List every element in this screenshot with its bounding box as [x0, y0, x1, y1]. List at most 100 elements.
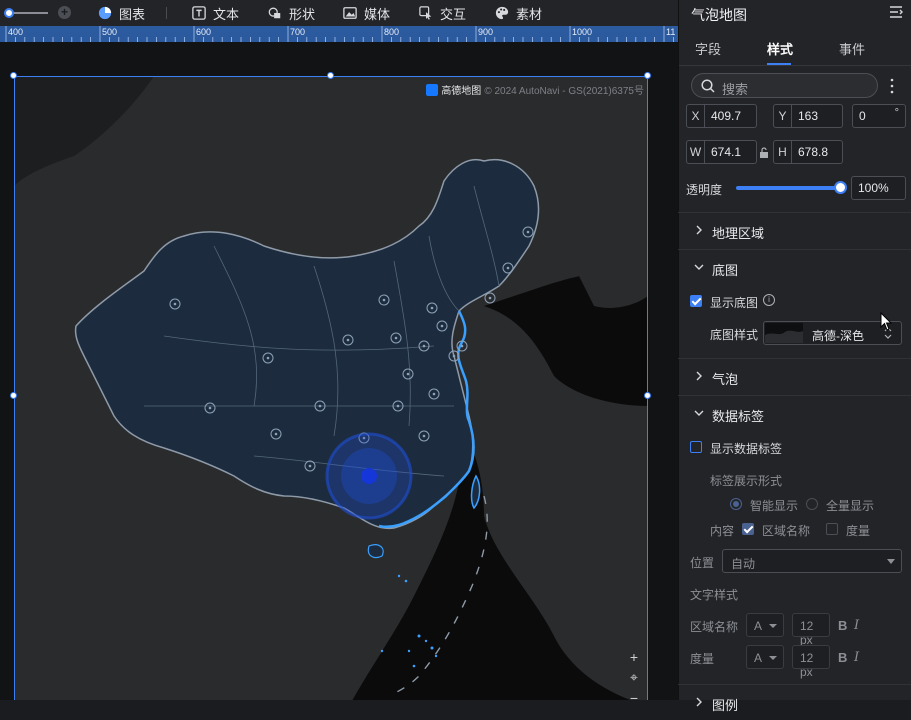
show-data-labels-checkbox[interactable]: [690, 441, 702, 453]
search-input[interactable]: 搜索: [691, 73, 878, 98]
ruler-label: 500: [102, 27, 118, 37]
height-field[interactable]: H 678.8: [773, 140, 843, 164]
h-value[interactable]: 678.8: [792, 145, 828, 159]
y-label: Y: [774, 105, 792, 127]
resize-handle-top[interactable]: [327, 72, 334, 79]
tab-style[interactable]: 样式: [767, 39, 793, 58]
full-display-label: 全量显示: [826, 499, 875, 513]
ruler-label: 1000: [572, 27, 593, 37]
rotation-field[interactable]: 0 °: [852, 104, 906, 128]
province-bubble-dot: [430, 306, 434, 310]
measure-font-size-input[interactable]: 12 px: [792, 645, 830, 679]
map-zoom-in-icon[interactable]: +: [630, 649, 638, 665]
ruler-label: 600: [196, 27, 212, 37]
ruler-label: 700: [290, 27, 306, 37]
unlock-icon[interactable]: [759, 147, 769, 158]
map-attribution: 高德地图 © 2024 AutoNavi - GS(2021)6375号: [426, 82, 644, 97]
ruler-label: 11: [666, 27, 676, 37]
design-canvas[interactable]: 高德地图 © 2024 AutoNavi - GS(2021)6375号 + ⌖…: [0, 42, 678, 700]
section-data-labels[interactable]: 数据标签: [678, 395, 911, 431]
toolbar-interaction-label: 交互: [440, 6, 467, 22]
info-icon[interactable]: i: [763, 294, 775, 306]
full-display-radio[interactable]: [806, 498, 818, 510]
pie-chart-icon: [98, 6, 112, 20]
basemap-style-value: 高德-深色: [812, 329, 864, 343]
section-geo-region[interactable]: 地理区域: [678, 212, 911, 248]
resize-handle-top-left[interactable]: [10, 72, 17, 79]
panel-menu-icon[interactable]: [889, 5, 903, 19]
resize-handle-top-right[interactable]: [644, 72, 651, 79]
attribution-brand: 高德地图: [441, 86, 482, 97]
panel-tabs: 字段 样式 事件: [679, 30, 911, 66]
measure-font-color-select[interactable]: A: [746, 645, 784, 669]
amap-logo-icon: [426, 83, 439, 96]
bubble-map-widget[interactable]: 高德地图 © 2024 AutoNavi - GS(2021)6375号 + ⌖…: [14, 76, 648, 700]
toolbar-shape-button[interactable]: 形状: [268, 4, 315, 22]
province-bubble-dot: [406, 372, 410, 376]
more-options-icon[interactable]: [890, 78, 894, 94]
resize-handle-right[interactable]: [644, 392, 651, 399]
show-data-labels-label: 显示数据标签: [710, 442, 783, 456]
width-field[interactable]: W 674.1: [686, 140, 757, 164]
zoom-slider[interactable]: [4, 8, 48, 18]
toolbar-media-button[interactable]: 媒体: [343, 4, 390, 22]
province-bubble-dot: [526, 230, 530, 234]
province-bubble-dot: [394, 336, 398, 340]
resize-handle-left[interactable]: [10, 392, 17, 399]
opacity-label: 透明度: [686, 183, 723, 197]
bold-button[interactable]: B: [838, 618, 847, 633]
zoom-in-icon[interactable]: +: [58, 6, 71, 19]
tab-events[interactable]: 事件: [839, 39, 865, 58]
section-bubble[interactable]: 气泡: [678, 358, 911, 394]
w-value[interactable]: 674.1: [705, 145, 741, 159]
basemap-thumbnail: [765, 323, 803, 343]
toolbar-assets-button[interactable]: 素材: [495, 4, 542, 22]
province-bubble-dot: [488, 296, 492, 300]
x-label: X: [687, 105, 705, 127]
toolbar-text-label: 文本: [213, 6, 240, 22]
province-bubble-dot: [422, 434, 426, 438]
ruler-label: 800: [384, 27, 400, 37]
province-bubble-dot: [318, 404, 322, 408]
map-zoom-out-icon[interactable]: −: [630, 690, 638, 700]
region-name-font-size-input[interactable]: 12 px: [792, 613, 830, 647]
hainan: [367, 544, 384, 559]
rotation-value[interactable]: 0: [853, 109, 866, 123]
opacity-slider[interactable]: [736, 186, 841, 190]
toolbar-interaction-button[interactable]: 交互: [419, 4, 466, 22]
font-size-value: 12 px: [800, 651, 814, 679]
province-bubble-dot: [452, 354, 456, 358]
toolbar-chart-button[interactable]: 图表: [98, 4, 145, 22]
smart-display-radio[interactable]: [730, 498, 742, 510]
show-basemap-checkbox[interactable]: [690, 295, 702, 307]
y-field[interactable]: Y 163: [773, 104, 843, 128]
region-name-font-color-select[interactable]: A: [746, 613, 784, 637]
italic-button[interactable]: I: [854, 650, 859, 665]
tab-fields[interactable]: 字段: [695, 39, 721, 58]
opacity-slider-knob[interactable]: [834, 181, 847, 194]
zoom-slider-knob[interactable]: [4, 8, 14, 18]
bold-button[interactable]: B: [838, 650, 847, 665]
x-field[interactable]: X 409.7: [686, 104, 757, 128]
region-name-label: 区域名称: [762, 524, 811, 538]
panel-title: 气泡地图: [691, 7, 747, 23]
y-value[interactable]: 163: [792, 109, 818, 123]
measure-checkbox[interactable]: [826, 523, 838, 535]
top-toolbar: + 图表 文本 形状 媒体 交互 素材: [0, 0, 678, 26]
opacity-input[interactable]: 100%: [851, 176, 906, 200]
section-basemap[interactable]: 底图: [678, 249, 911, 285]
italic-button[interactable]: I: [854, 618, 859, 633]
province-bubble-dot: [308, 464, 312, 468]
section-data-labels-title: 数据标签: [712, 409, 765, 424]
x-value[interactable]: 409.7: [705, 109, 741, 123]
map-locate-icon[interactable]: ⌖: [630, 669, 638, 686]
section-legend[interactable]: 图例: [678, 684, 911, 720]
ruler-label: 400: [8, 27, 24, 37]
text-icon: [192, 6, 206, 20]
label-position-value: 自动: [731, 557, 756, 571]
toolbar-text-button[interactable]: 文本: [192, 4, 239, 22]
shape-icon: [268, 7, 281, 19]
region-name-checkbox[interactable]: [742, 523, 754, 535]
label-position-select[interactable]: 自动: [722, 549, 902, 573]
province-bubble-dot: [266, 356, 270, 360]
